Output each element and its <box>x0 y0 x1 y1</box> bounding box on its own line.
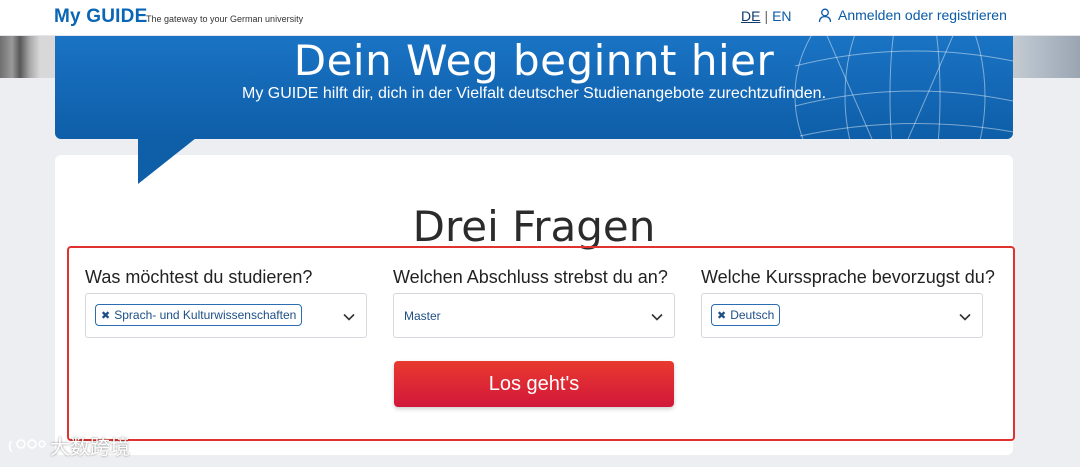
language-de-link[interactable]: DE <box>741 8 760 24</box>
hero-title: Dein Weg beginnt hier <box>293 36 775 85</box>
hero-subtitle: My GUIDE hilft dir, dich in der Vielfalt… <box>241 85 827 102</box>
card-title: Drei Fragen <box>412 202 656 251</box>
login-link[interactable]: Anmelden oder registrieren <box>818 7 1007 23</box>
speech-pointer <box>138 138 196 184</box>
highlight-frame <box>67 246 1015 441</box>
user-icon <box>818 8 832 22</box>
brand-tagline: The gateway to your German university <box>146 14 304 24</box>
language-switcher: DE | EN <box>741 8 792 24</box>
top-navigation-bar: My GUIDE The gateway to your German univ… <box>0 0 1080 36</box>
language-separator: | <box>764 8 769 24</box>
hero-banner: Dein Weg beginnt hier My GUIDE hilft dir… <box>55 36 1013 139</box>
watermark-logo-icon <box>8 438 46 453</box>
brand-logo[interactable]: My GUIDE <box>54 6 147 28</box>
language-en-link[interactable]: EN <box>772 8 791 24</box>
login-label: Anmelden oder registrieren <box>838 7 1007 23</box>
watermark-text: 大数跨境 <box>50 435 130 459</box>
watermark: 大数跨境 <box>8 431 130 460</box>
